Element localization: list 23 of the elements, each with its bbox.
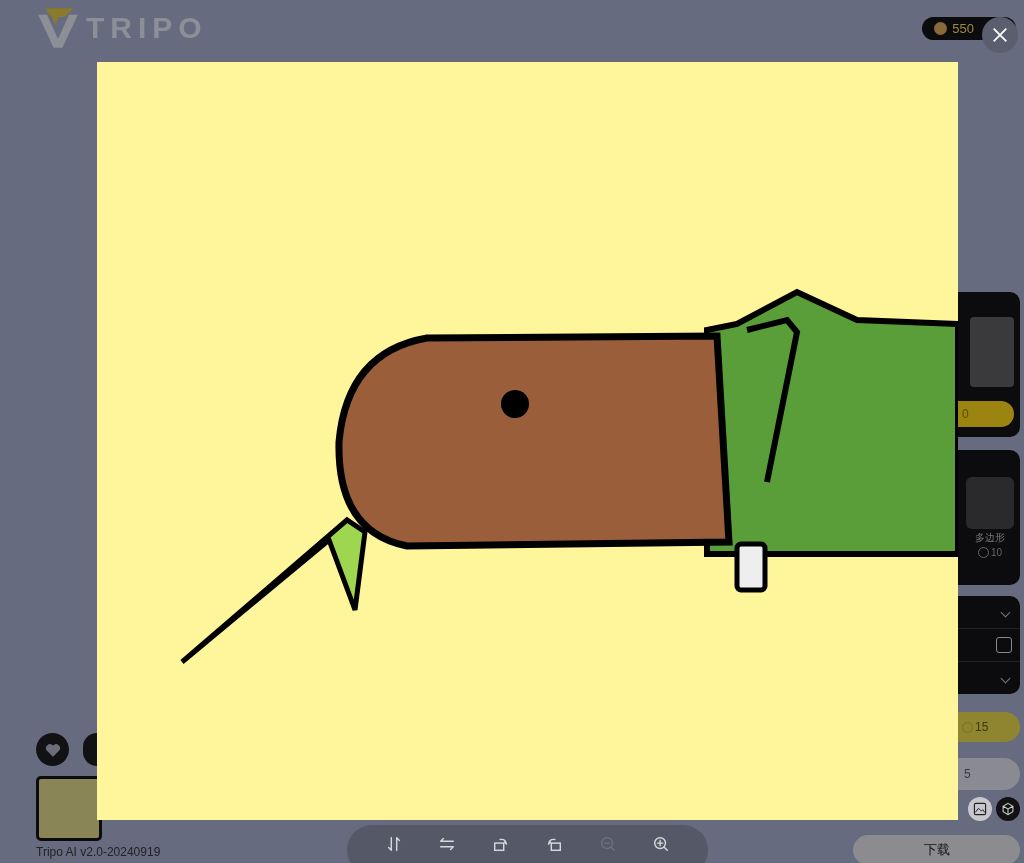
generate-button[interactable]: 15 bbox=[958, 712, 1020, 742]
zoom-out-icon bbox=[598, 835, 617, 853]
style-button[interactable]: 0 bbox=[958, 401, 1014, 427]
checkbox[interactable] bbox=[996, 637, 1012, 653]
logo-icon bbox=[36, 6, 80, 50]
like-button[interactable] bbox=[36, 733, 69, 766]
option-label: 多边形 bbox=[975, 531, 1005, 545]
close-icon bbox=[991, 26, 1009, 44]
image-mode-button[interactable] bbox=[968, 797, 992, 821]
thumbnail[interactable] bbox=[36, 776, 102, 841]
close-button[interactable] bbox=[982, 17, 1018, 53]
mesh-option[interactable]: 多边形 10 bbox=[966, 477, 1014, 558]
zoom-in-icon bbox=[652, 835, 671, 853]
image-icon bbox=[973, 802, 987, 816]
version-text: Tripo AI v2.0-20240919 bbox=[36, 845, 162, 859]
share-button[interactable] bbox=[83, 733, 97, 766]
secondary-button[interactable]: 5 bbox=[958, 758, 1020, 790]
model-mode-button[interactable] bbox=[996, 797, 1020, 821]
cube-icon bbox=[1001, 802, 1015, 816]
coin-icon bbox=[934, 21, 948, 35]
option-cost: 10 bbox=[977, 547, 1003, 558]
flip-horizontal-icon bbox=[438, 835, 457, 853]
download-button[interactable]: 下载 bbox=[853, 835, 1020, 863]
